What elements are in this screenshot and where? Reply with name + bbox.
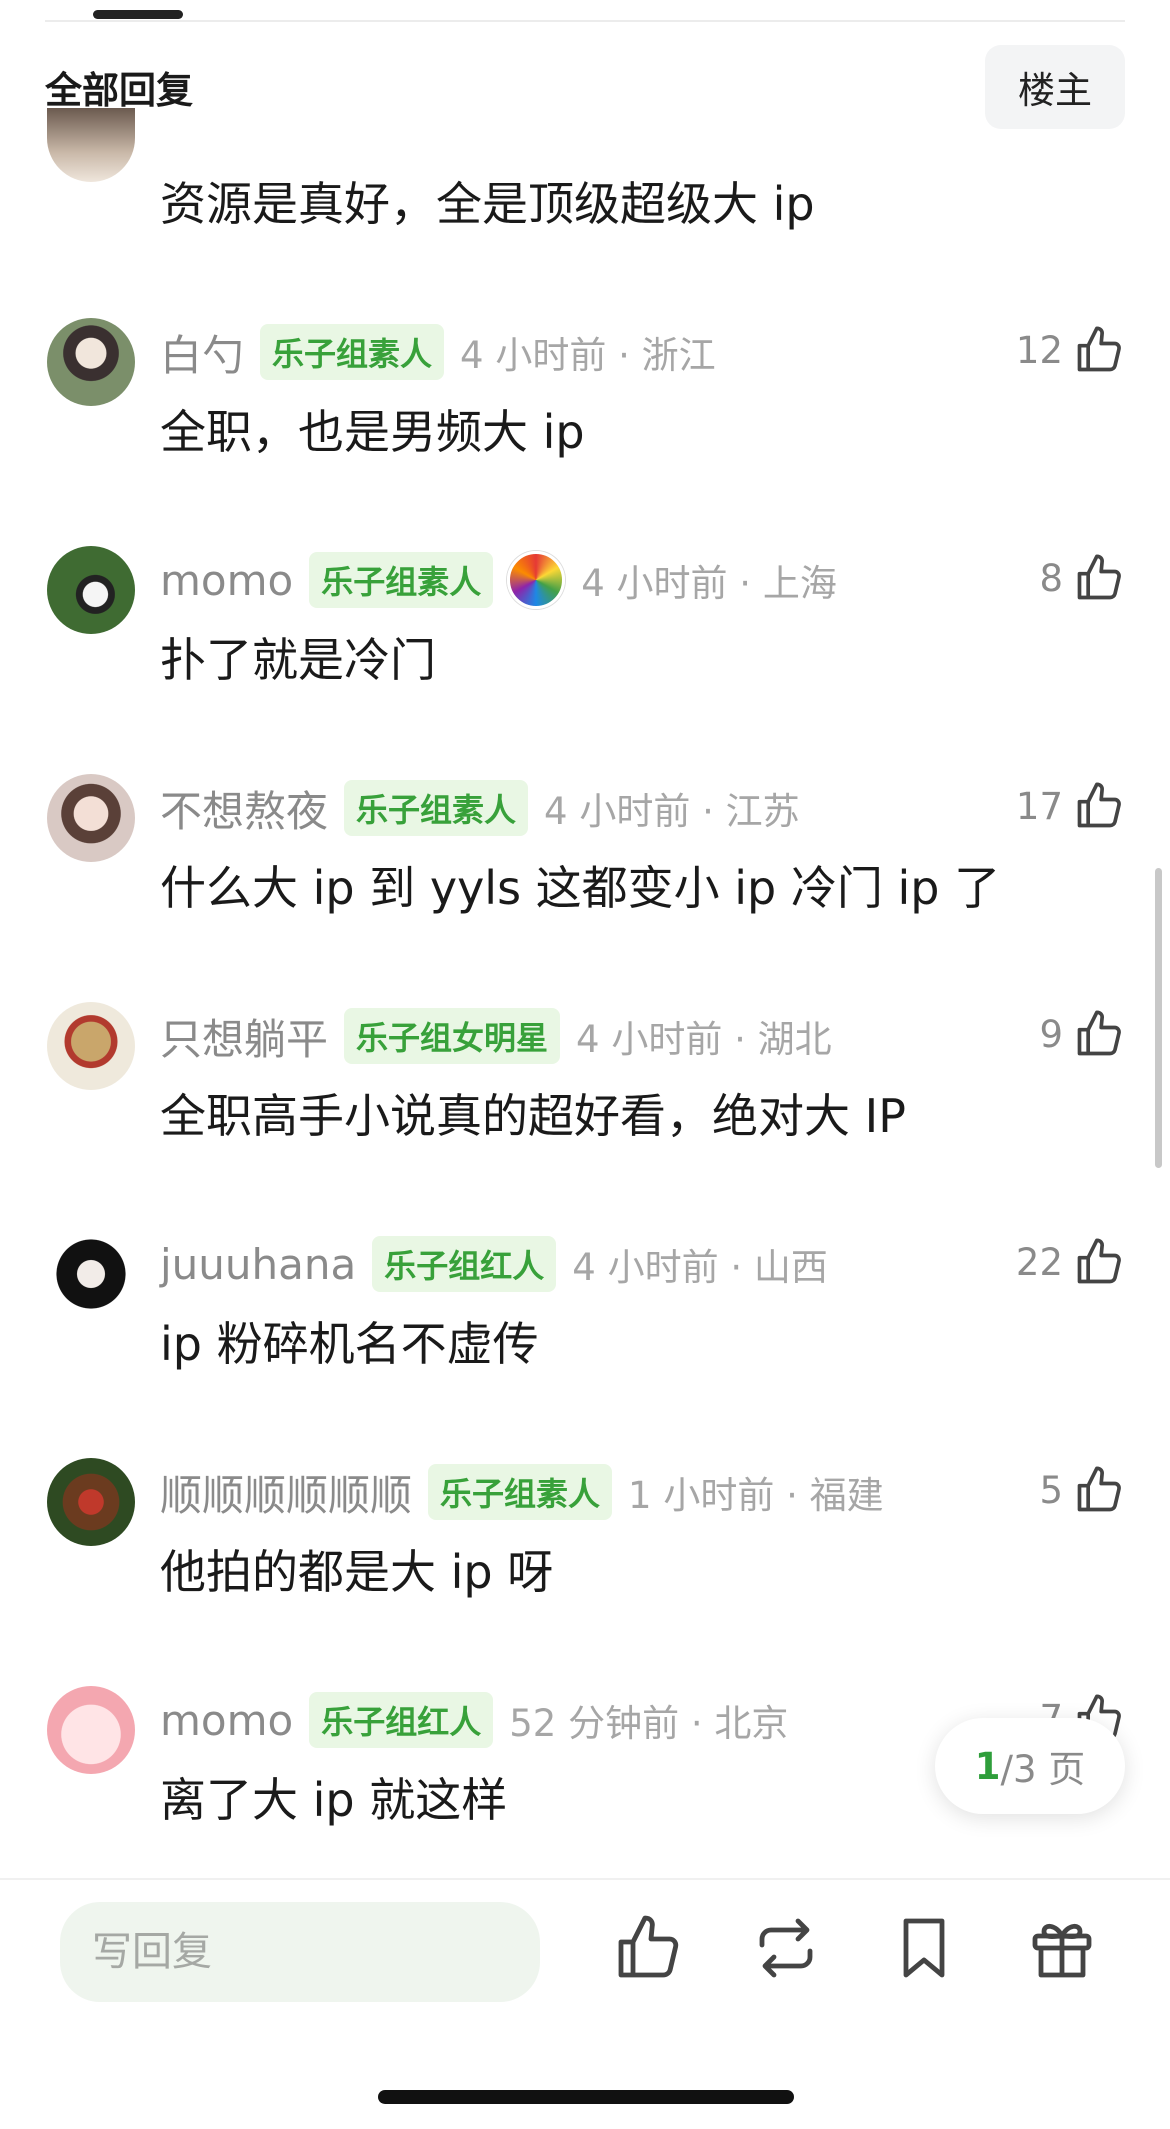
comment-text: 什么大 ip 到 yyls 这都变小 ip 冷门 ip 了 [160,861,1001,915]
like-button[interactable]: 17 [1016,774,1125,838]
like-button[interactable]: 12 [1016,318,1125,382]
bottom-action-bar [0,1878,1170,2129]
username[interactable]: 不想熬夜 [160,778,328,839]
timestamp-location: 1 小时前 · 福建 [628,1474,884,1517]
like-button[interactable]: 5 [1039,1458,1125,1522]
avatar[interactable] [47,108,135,182]
comment-text: 全职，也是男频大 ip [160,405,585,459]
comment-text: ip 粉碎机名不虚传 [160,1317,539,1371]
comment-item: 只想躺平 乐子组女明星 4 小时前 · 湖北 9 全职高手小说真的超好看，绝对大… [0,1002,1170,1202]
thumbs-up-icon [1077,1010,1121,1056]
section-title: 全部回复 [45,69,193,112]
user-badge: 乐子组红人 [309,1692,494,1748]
repost-icon[interactable] [750,1912,822,1984]
avatar[interactable] [47,1458,135,1546]
timestamp-location: 4 小时前 · 浙江 [460,334,716,377]
comment-text: 资源是真好，全是顶级超级大 ip [160,177,815,231]
like-count: 8 [1039,556,1063,600]
thumbs-up-icon [1077,326,1121,372]
op-only-button[interactable]: 楼主 [985,45,1125,129]
user-badge: 乐子组素人 [309,552,494,608]
scrollbar[interactable] [1155,868,1162,1168]
like-count: 5 [1039,1468,1063,1512]
comment-text: 他拍的都是大 ip 呀 [160,1545,554,1599]
username[interactable]: momo [160,1696,293,1745]
home-indicator [378,2090,794,2104]
gift-icon[interactable] [1026,1912,1098,1984]
comment-text: 离了大 ip 就这样 [160,1773,508,1827]
like-button[interactable]: 22 [1016,1230,1125,1294]
avatar[interactable] [47,774,135,862]
timestamp-location: 4 小时前 · 山西 [572,1246,828,1289]
user-badge: 乐子组红人 [372,1236,557,1292]
avatar[interactable] [47,1686,135,1774]
tab-indicator [93,10,183,19]
thumbs-up-icon [1077,782,1121,828]
avatar[interactable] [47,1230,135,1318]
username[interactable]: 只想躺平 [160,1006,328,1067]
avatar[interactable] [47,1002,135,1090]
timestamp-location: 4 小时前 · 湖北 [576,1018,832,1061]
comment-item: 顺顺顺顺顺顺 乐子组素人 1 小时前 · 福建 5 他拍的都是大 ip 呀 [0,1458,1170,1658]
timestamp-location: 4 小时前 · 上海 [581,562,837,605]
like-button[interactable]: 8 [1039,546,1125,610]
total-pages-label: /3 页 [1000,1748,1086,1791]
user-badge: 乐子组素人 [428,1464,613,1520]
username[interactable]: 白勺 [160,322,244,383]
reply-input[interactable] [60,1902,540,2002]
avatar[interactable] [47,318,135,406]
medal-icon [507,551,566,609]
timestamp-location: 4 小时前 · 江苏 [544,790,800,833]
username[interactable]: momo [160,556,293,605]
comment-item: 不想熬夜 乐子组素人 4 小时前 · 江苏 17 什么大 ip 到 yyls 这… [0,774,1170,974]
divider [45,20,1125,22]
bookmark-icon[interactable] [888,1912,960,1984]
username[interactable]: 顺顺顺顺顺顺 [160,1462,412,1523]
thumbs-up-icon [1077,1238,1121,1284]
thumbs-up-icon [1077,1466,1121,1512]
like-count: 17 [1015,784,1063,828]
thumbs-up-icon[interactable] [612,1912,684,1984]
comment-item: 白勺 乐子组素人 4 小时前 · 浙江 12 全职，也是男频大 ip [0,318,1170,518]
like-count: 12 [1015,328,1063,372]
avatar[interactable] [47,546,135,634]
comment-item: momo 乐子组素人 4 小时前 · 上海 8 扑了就是冷门 [0,546,1170,746]
like-count: 9 [1039,1012,1063,1056]
timestamp-location: 52 分钟前 · 北京 [509,1702,789,1745]
user-badge: 乐子组女明星 [344,1008,561,1064]
username[interactable]: juuuhana [160,1240,356,1289]
page-indicator-button[interactable]: 1/3 页 [935,1718,1125,1814]
like-button[interactable]: 9 [1039,1002,1125,1066]
comment-text: 扑了就是冷门 [160,633,436,687]
current-page: 1 [974,1744,1001,1788]
comment-text: 全职高手小说真的超好看，绝对大 IP [160,1089,906,1143]
thumbs-up-icon [1077,554,1121,600]
user-badge: 乐子组素人 [260,324,445,380]
comment-item: juuuhana 乐子组红人 4 小时前 · 山西 22 ip 粉碎机名不虚传 [0,1230,1170,1430]
user-badge: 乐子组素人 [344,780,529,836]
like-count: 22 [1015,1240,1063,1284]
